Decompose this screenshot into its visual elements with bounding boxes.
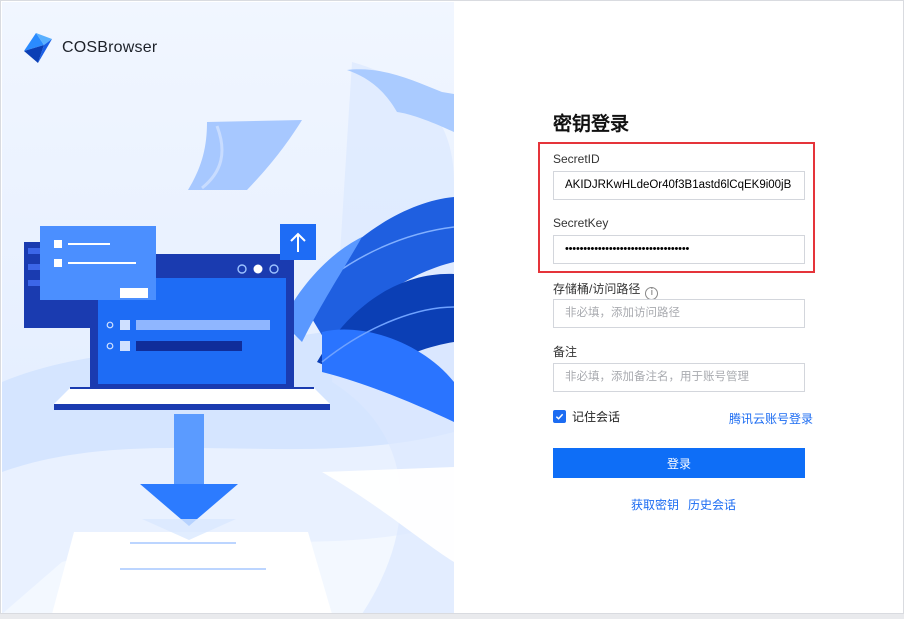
check-icon	[555, 413, 564, 420]
get-key-link[interactable]: 获取密钥	[631, 496, 679, 513]
form-title: 密钥登录	[553, 114, 630, 135]
login-window: COSBrowser 密钥登录 SecretID AKIDJRKwHLdeOr4…	[0, 0, 904, 614]
remark-label: 备注	[553, 345, 578, 359]
app-name: COSBrowser	[62, 39, 158, 56]
bucket-path-label: 存储桶/访问路径 i	[553, 280, 659, 300]
tencent-account-login-link[interactable]: 腾讯云账号登录	[729, 410, 813, 427]
bottom-links: 获取密钥 历史会话	[631, 496, 736, 513]
secret-id-label: SecretID	[553, 152, 600, 166]
remember-session-row[interactable]: 记住会话	[553, 408, 620, 425]
login-button[interactable]: 登录	[553, 448, 805, 478]
login-form-panel: 密钥登录 SecretID AKIDJRKwHLdeOr40f3B1astd6l…	[454, 2, 903, 613]
secret-key-label: SecretKey	[553, 216, 609, 230]
illustration-panel: COSBrowser	[2, 2, 454, 613]
brand: COSBrowser	[22, 31, 157, 65]
remember-label: 记住会话	[572, 410, 621, 424]
remark-input[interactable]: 非必填，添加备注名，用于账号管理	[553, 363, 805, 392]
cloud-storage-illustration	[2, 62, 454, 613]
secret-key-input[interactable]: ••••••••••••••••••••••••••••••••••	[553, 235, 805, 264]
cosbrowser-logo-icon	[24, 33, 52, 63]
secret-id-input[interactable]: AKIDJRKwHLdeOr40f3B1astd6lCqEK9i00jB	[553, 171, 805, 200]
history-session-link[interactable]: 历史会话	[688, 496, 736, 513]
bucket-path-label-text: 存储桶/访问路径	[553, 282, 641, 296]
remember-checkbox[interactable]	[553, 410, 566, 423]
bucket-path-input[interactable]: 非必填，添加访问路径	[553, 299, 805, 328]
